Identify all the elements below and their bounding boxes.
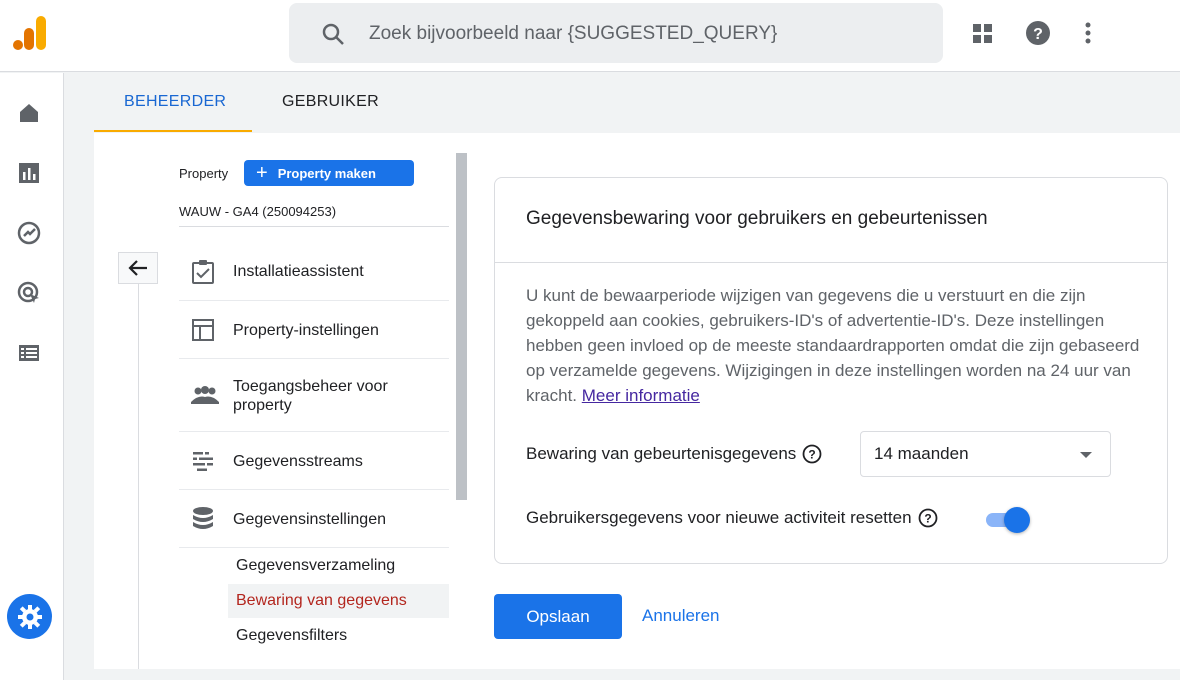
left-rail xyxy=(0,73,64,680)
search-placeholder: Zoek bijvoorbeeld naar {SUGGESTED_QUERY} xyxy=(369,23,778,44)
arrow-back-icon xyxy=(128,260,147,276)
people-icon xyxy=(191,386,219,404)
card-title: Gegevensbewaring voor gebruikers en gebe… xyxy=(526,208,988,229)
learn-more-link[interactable]: Meer informatie xyxy=(582,386,700,405)
tab-beheerder[interactable]: BEHEERDER xyxy=(124,93,226,111)
reset-label: Gebruikersgegevens voor nieuwe activitei… xyxy=(526,508,912,527)
sidebar-item-data-settings[interactable]: Gegevensinstellingen xyxy=(179,490,449,548)
card-description: U kunt de bewaarperiode wijzigen van geg… xyxy=(526,283,1146,408)
create-property-button[interactable]: + Property maken xyxy=(244,160,414,186)
sidebar-item-access-management[interactable]: Toegangsbeheer voor property xyxy=(179,359,449,432)
event-retention-row: Bewaring van gebeurtenisgegevens ? xyxy=(526,444,822,464)
sidebar-item-property-settings[interactable]: Property-instellingen xyxy=(179,301,449,359)
help-outline-icon[interactable]: ? xyxy=(802,444,822,464)
toggle-knob xyxy=(1004,507,1030,533)
tab-gebruiker[interactable]: GEBRUIKER xyxy=(282,93,379,111)
explore-icon[interactable] xyxy=(16,220,42,246)
data-retention-card: Gegevensbewaring voor gebruikers en gebe… xyxy=(494,177,1168,564)
help-outline-icon[interactable]: ? xyxy=(918,508,938,528)
nav-guide-line xyxy=(138,284,139,669)
subitem-data-collection[interactable]: Gegevensverzameling xyxy=(228,549,449,583)
analytics-logo-icon[interactable] xyxy=(12,14,48,52)
active-tab-indicator xyxy=(94,130,252,132)
dropdown-arrow-icon xyxy=(1080,452,1092,458)
layout-icon xyxy=(192,319,214,341)
sidebar-item-setup-assistant[interactable]: Installatieassistent xyxy=(179,243,449,301)
divider xyxy=(495,262,1167,263)
event-retention-select[interactable]: 14 maanden xyxy=(860,431,1111,477)
divider xyxy=(179,226,449,227)
top-bar: Zoek bijvoorbeeld naar {SUGGESTED_QUERY}… xyxy=(0,0,1180,72)
scrollbar[interactable] xyxy=(456,153,467,500)
advertising-icon[interactable] xyxy=(16,280,42,306)
streams-icon xyxy=(193,452,213,471)
subitem-data-filters[interactable]: Gegevensfilters xyxy=(228,619,449,653)
sidebar-item-label: Toegangsbeheer voor property xyxy=(233,378,388,414)
sidebar-item-label: Gegevensstreams xyxy=(233,453,363,470)
checklist-icon xyxy=(192,260,214,284)
svg-text:?: ? xyxy=(924,512,931,526)
back-button[interactable] xyxy=(118,252,158,284)
svg-text:?: ? xyxy=(809,448,816,462)
reset-row: Gebruikersgegevens voor nieuwe activitei… xyxy=(526,508,938,528)
apps-icon[interactable] xyxy=(970,18,996,48)
home-icon[interactable] xyxy=(16,100,42,126)
reports-icon[interactable] xyxy=(16,160,42,186)
create-property-label: Property maken xyxy=(277,165,376,181)
account-selector[interactable]: WAUW - GA4 (250094253) xyxy=(179,204,336,219)
database-icon xyxy=(193,507,213,529)
settings-button[interactable] xyxy=(7,594,52,639)
settings-icon xyxy=(17,604,42,629)
sidebar-item-label: Property-instellingen xyxy=(233,322,379,339)
configure-icon[interactable] xyxy=(16,340,42,366)
property-label: Property xyxy=(179,166,229,181)
subitem-data-retention[interactable]: Bewaring van gegevens xyxy=(228,584,449,618)
search-bar[interactable]: Zoek bijvoorbeeld naar {SUGGESTED_QUERY} xyxy=(289,3,943,63)
sidebar-item-label: Installatieassistent xyxy=(233,263,364,280)
admin-tabs: BEHEERDER GEBRUIKER xyxy=(64,73,1180,133)
sidebar-item-data-streams[interactable]: Gegevensstreams xyxy=(179,432,449,490)
cancel-button[interactable]: Annuleren xyxy=(642,606,720,626)
plus-icon: + xyxy=(256,162,268,184)
event-retention-label: Bewaring van gebeurtenisgegevens xyxy=(526,444,797,463)
selected-value: 14 maanden xyxy=(874,444,969,463)
reset-toggle[interactable] xyxy=(984,506,1030,533)
sidebar-item-label: Gegevensinstellingen xyxy=(233,511,386,528)
help-icon[interactable]: ? xyxy=(1025,18,1053,48)
save-button[interactable]: Opslaan xyxy=(494,594,622,639)
search-icon xyxy=(322,23,344,45)
svg-text:?: ? xyxy=(1033,26,1043,43)
more-vert-icon[interactable] xyxy=(1076,18,1100,48)
